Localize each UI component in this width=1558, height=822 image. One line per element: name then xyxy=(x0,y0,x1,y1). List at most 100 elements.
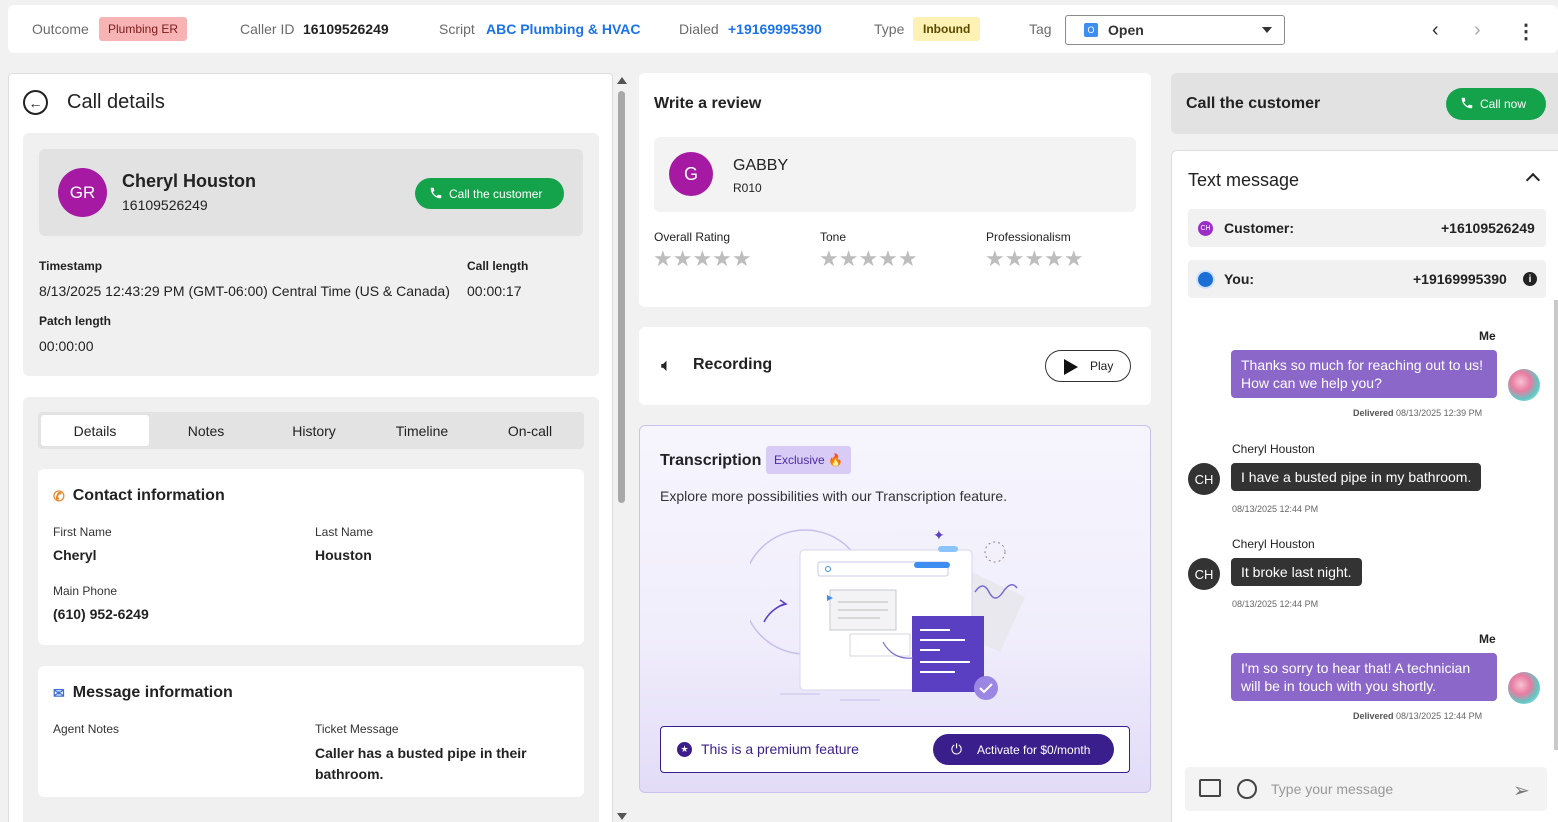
caller-id-label: Caller ID xyxy=(240,21,295,37)
chevron-right-icon[interactable]: › xyxy=(1474,19,1481,42)
ticket-message-label: Ticket Message xyxy=(315,722,399,736)
send-icon[interactable]: ➢ xyxy=(1513,778,1530,803)
message-time: 08/13/2025 12:39 PM xyxy=(1396,408,1483,418)
message-bubble-incoming: It broke last night. xyxy=(1231,558,1362,586)
caller-name: Cheryl Houston xyxy=(122,171,257,191)
script-link[interactable]: ABC Plumbing & HVAC xyxy=(486,21,641,37)
message-sender: Cheryl Houston xyxy=(1232,537,1315,551)
contact-information-title: ✆ Contact information xyxy=(53,487,225,505)
call-customer-bar: Call the customer Call now xyxy=(1171,73,1558,134)
agent-notes-label: Agent Notes xyxy=(53,722,120,736)
text-message-title: Text message xyxy=(1188,170,1300,190)
type-badge: Inbound xyxy=(913,17,981,41)
tone-stars[interactable]: ★★★★★ xyxy=(819,246,918,272)
call-now-label: Call now xyxy=(1480,97,1527,111)
recording-title: Recording xyxy=(693,356,773,373)
text-message-panel: Text message CH Customer: +16109526249 Y… xyxy=(1171,150,1558,822)
message-information-title: ✉ Message information xyxy=(53,684,233,702)
agent-avatar xyxy=(1508,369,1540,401)
call-the-customer-label: Call the customer xyxy=(449,186,543,201)
first-name-label: First Name xyxy=(53,525,112,539)
chevron-up-icon[interactable] xyxy=(1525,172,1541,188)
contact-information-card: ✆ Contact information First Name Cheryl … xyxy=(38,469,584,645)
call-header-bar: Outcome Plumbing ER Caller ID 1610952624… xyxy=(8,5,1558,53)
tab-on-call[interactable]: On-call xyxy=(476,412,584,449)
caller-avatar: GR xyxy=(58,168,107,217)
chevron-left-icon[interactable]: ‹ xyxy=(1432,19,1439,42)
activate-label: Activate for $0/month xyxy=(977,742,1091,757)
call-the-customer-button[interactable]: Call the customer xyxy=(415,178,564,209)
scroll-thumb[interactable] xyxy=(618,91,625,503)
contact-card-icon: ✆ xyxy=(53,487,65,504)
review-title: Write a review xyxy=(654,95,762,112)
exclusive-badge: Exclusive 🔥 xyxy=(766,446,851,474)
back-arrow-icon[interactable]: ← xyxy=(23,90,48,115)
type-label: Type xyxy=(874,21,905,37)
caller-number: 16109526249 xyxy=(122,197,208,213)
agent-status-icon xyxy=(1198,272,1213,287)
call-customer-title: Call the customer xyxy=(1186,95,1321,112)
message-sender: Me xyxy=(1479,329,1496,343)
scroll-down-arrow[interactable] xyxy=(617,813,627,820)
overall-rating-label: Overall Rating xyxy=(654,230,731,244)
your-number-label: You: xyxy=(1224,271,1255,287)
caller-card: GR Cheryl Houston 16109526249 Call the c… xyxy=(39,149,583,236)
dialed-label: Dialed xyxy=(679,21,719,37)
message-information-card: ✉ Message information Agent Notes Ticket… xyxy=(38,666,584,797)
page-title: Call details xyxy=(67,91,165,113)
ticket-message-value: Caller has a busted pipe in their bathro… xyxy=(315,745,527,782)
left-panel-scrollbar[interactable] xyxy=(616,73,628,822)
more-vertical-icon[interactable]: ⋮ xyxy=(1516,19,1536,44)
agent-box: G GABBY R010 xyxy=(654,137,1136,212)
tab-notes[interactable]: Notes xyxy=(152,412,260,449)
tone-label: Tone xyxy=(820,230,847,244)
customer-avatar: CH xyxy=(1188,558,1220,590)
customer-number-value: +16109526249 xyxy=(1441,220,1535,236)
tab-history[interactable]: History xyxy=(260,412,368,449)
last-name-value: Houston xyxy=(315,547,372,563)
tab-timeline[interactable]: Timeline xyxy=(368,412,476,449)
scroll-up-arrow[interactable] xyxy=(617,77,627,84)
play-icon xyxy=(1064,359,1078,375)
message-bubble-outgoing: I'm so sorry to hear that! A technician … xyxy=(1231,653,1497,701)
call-now-button[interactable]: Call now xyxy=(1446,88,1546,120)
customer-number-row: CH Customer: +16109526249 xyxy=(1188,209,1546,247)
message-bubble-incoming: I have a busted pipe in my bathroom. xyxy=(1231,463,1482,491)
emoji-icon[interactable] xyxy=(1237,779,1257,799)
transcription-card: Transcription Exclusive 🔥 Explore more p… xyxy=(639,425,1151,793)
customer-number-label: Customer: xyxy=(1224,220,1295,236)
your-number-value: +19169995390 xyxy=(1413,271,1507,287)
activate-button[interactable]: ⏻ Activate for $0/month xyxy=(933,734,1114,765)
overall-rating-stars[interactable]: ★★★★★ xyxy=(653,246,752,272)
agent-avatar xyxy=(1508,672,1540,704)
tab-details[interactable]: Details xyxy=(41,415,149,446)
review-card: Write a review G GABBY R010 Overall Rati… xyxy=(639,73,1151,307)
professionalism-stars[interactable]: ★★★★★ xyxy=(985,246,1084,272)
agent-avatar: G xyxy=(669,152,713,196)
premium-feature-text: This is a premium feature xyxy=(701,741,859,757)
tag-select[interactable]: O Open xyxy=(1065,15,1285,45)
customer-avatar-icon: CH xyxy=(1198,221,1213,236)
image-icon[interactable] xyxy=(1199,779,1221,797)
message-time: 08/13/2025 12:44 PM xyxy=(1396,711,1483,721)
right-panel-scrollbar[interactable] xyxy=(1554,300,1558,750)
info-icon[interactable]: i xyxy=(1523,272,1537,286)
message-input[interactable] xyxy=(1271,777,1501,801)
first-name-value: Cheryl xyxy=(53,547,97,563)
message-information-heading: Message information xyxy=(72,684,233,701)
your-number-row: You: +19169995390 i xyxy=(1188,260,1546,298)
delivered-label: Delivered xyxy=(1353,408,1394,418)
professionalism-label: Professionalism xyxy=(986,230,1071,244)
timestamp-label: Timestamp xyxy=(39,259,103,273)
delivered-label: Delivered xyxy=(1353,711,1394,721)
main-phone-label: Main Phone xyxy=(53,584,118,598)
tag-status-icon: O xyxy=(1084,23,1098,37)
dialed-link[interactable]: +19169995390 xyxy=(728,21,822,37)
play-button[interactable]: Play xyxy=(1045,350,1131,382)
message-sender: Cheryl Houston xyxy=(1232,442,1315,456)
transcription-title: Transcription xyxy=(660,452,762,469)
tag-selected-value: Open xyxy=(1108,22,1144,38)
details-section: Details Notes History Timeline On-call ✆… xyxy=(23,397,599,822)
agent-code: R010 xyxy=(733,181,762,195)
power-icon: ⏻ xyxy=(951,741,963,757)
